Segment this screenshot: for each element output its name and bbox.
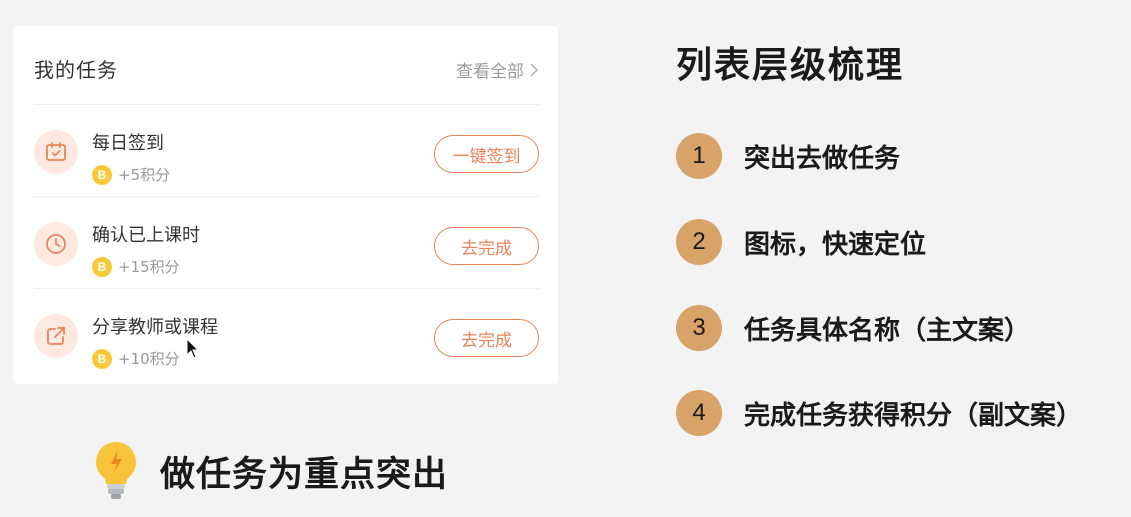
view-all-label: 查看全部 [456, 62, 524, 82]
calendar-check-icon [34, 130, 78, 174]
number-badge: 2 [676, 219, 722, 265]
outline-title: 列表层级梳理 [676, 45, 905, 86]
share-icon [34, 314, 78, 358]
coin-icon: B [92, 256, 112, 277]
task-name: 每日签到 [92, 133, 164, 154]
clock-icon [34, 222, 78, 266]
tip-text: 做任务为重点突出 [160, 454, 449, 495]
number-badge: 1 [676, 133, 722, 179]
task-row: 确认已上课时 B +15积分 去完成 [34, 197, 540, 289]
outline-item-text: 图标，快速定位 [744, 229, 927, 260]
task-card-title: 我的任务 [34, 58, 118, 82]
outline-item-text: 突出去做任务 [744, 143, 901, 174]
go-complete-button[interactable]: 去完成 [434, 227, 539, 265]
task-row: 每日签到 B +5积分 一键签到 [34, 105, 540, 197]
task-points: B +5积分 [92, 164, 170, 185]
outline-item-text: 完成任务获得积分（副文案） [744, 400, 1083, 431]
coin-icon: B [92, 164, 112, 185]
task-row: 分享教师或课程 B +10积分 去完成 [34, 289, 540, 380]
tip-callout: 做任务为重点突出 [92, 440, 448, 502]
view-all-link[interactable]: 查看全部 [456, 57, 540, 82]
outline-item: 3 任务具体名称（主文案） [676, 305, 1030, 351]
task-name: 分享教师或课程 [92, 317, 218, 338]
points-text: +15积分 [118, 258, 180, 276]
lightbulb-icon [96, 442, 136, 499]
task-card: 我的任务 查看全部 每日签到 B +5积分 一键签到 确认已上课时 B +15积… [13, 26, 558, 384]
points-text: +10积分 [118, 350, 180, 368]
outline-item: 1 突出去做任务 [676, 133, 900, 179]
go-complete-button[interactable]: 去完成 [434, 319, 539, 357]
task-card-header: 我的任务 查看全部 [34, 26, 540, 105]
number-badge: 4 [676, 390, 722, 436]
outline-item: 2 图标，快速定位 [676, 219, 926, 265]
number-badge: 3 [676, 305, 722, 351]
task-points: B +10积分 [92, 348, 180, 369]
coin-icon: B [92, 348, 112, 369]
sign-in-button[interactable]: 一键签到 [434, 135, 539, 173]
outline-item: 4 完成任务获得积分（副文案） [676, 390, 1082, 436]
task-name: 确认已上课时 [92, 225, 200, 246]
outline-item-text: 任务具体名称（主文案） [744, 315, 1031, 346]
mouse-cursor-icon [186, 338, 200, 359]
chevron-right-icon [530, 62, 539, 77]
task-points: B +15积分 [92, 256, 180, 277]
points-text: +5积分 [118, 166, 171, 184]
